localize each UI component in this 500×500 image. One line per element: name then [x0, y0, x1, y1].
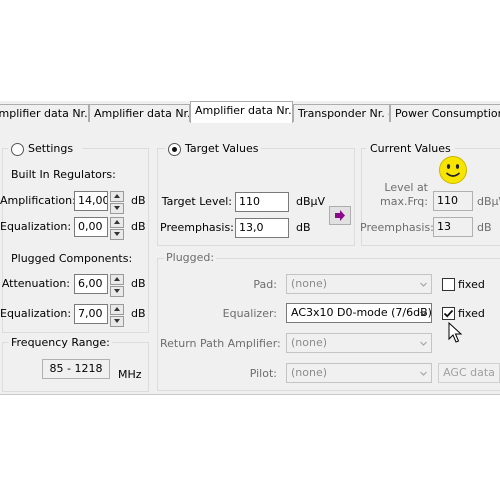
tab-amplifier-data-1[interactable]: Amplifier data Nr. 1 — [0, 104, 89, 122]
tab-label: Amplifier data Nr. 1 — [0, 107, 88, 120]
target-level-unit: dBµV — [296, 195, 326, 208]
current-preemphasis-field: 13 — [433, 217, 473, 237]
tab-amplifier-data-3[interactable]: Amplifier data Nr. 3 — [190, 101, 293, 123]
amplification-label: Amplification: — [0, 194, 76, 207]
level-at-label: Level at — [384, 181, 428, 194]
built-in-regulators-heading: Built In Regulators: — [11, 168, 116, 181]
pad-select[interactable]: (none) — [286, 274, 432, 294]
settings-radio-button[interactable] — [11, 143, 24, 156]
plugged-equalization-label: Equalization: — [0, 307, 72, 320]
settings-radio[interactable]: Settings — [8, 141, 82, 157]
equalization-unit: dB — [131, 220, 146, 233]
chevron-down-icon — [420, 371, 427, 376]
settings-radio-label: Settings — [28, 142, 74, 155]
chevron-down-icon — [420, 311, 427, 316]
equalization-spinner[interactable] — [110, 217, 124, 240]
spin-up-icon[interactable] — [110, 304, 124, 315]
plugged-heading: Plugged: — [164, 251, 217, 265]
apply-target-button[interactable] — [329, 206, 351, 225]
pilot-label: Pilot: — [249, 367, 277, 380]
equalizer-fixed-label: fixed — [458, 307, 485, 320]
chevron-down-icon — [420, 341, 427, 346]
target-preemphasis-label: Preemphasis: — [160, 221, 234, 234]
pad-select-value: (none) — [291, 277, 328, 290]
return-path-select-value: (none) — [291, 336, 328, 349]
tab-power-consumption[interactable]: Power Consumption Nr — [390, 104, 500, 122]
tab-label: Amplifier data Nr. 3 — [195, 104, 293, 117]
pad-fixed-label: fixed — [458, 278, 485, 291]
frequency-range-label: Frequency Range: — [9, 336, 112, 350]
return-path-amplifier-label: Return Path Amplifier: — [160, 337, 281, 350]
pilot-select-value: (none) — [291, 366, 328, 379]
spin-down-icon[interactable] — [110, 229, 124, 240]
equalizer-fixed-checkbox[interactable] — [442, 307, 455, 320]
pad-label: Pad: — [253, 278, 277, 291]
target-values-radio-button[interactable] — [168, 143, 181, 156]
current-level-field: 110 — [433, 191, 473, 211]
spin-down-icon[interactable] — [110, 316, 124, 327]
target-level-label: Target Level: — [161, 195, 232, 208]
target-level-input[interactable]: 110 — [235, 192, 289, 212]
attenuation-unit: dB — [131, 277, 146, 290]
pilot-select[interactable]: (none) — [286, 363, 432, 383]
current-values-heading: Current Values — [366, 142, 455, 156]
smiley-icon — [439, 156, 467, 184]
equalization-input[interactable]: 0,00 — [74, 217, 108, 237]
amplification-unit: dB — [131, 194, 146, 207]
spin-up-icon[interactable] — [110, 217, 124, 228]
tab-amplifier-data-2[interactable]: Amplifier data Nr. 2 — [89, 104, 190, 122]
attenuation-spinner[interactable] — [110, 274, 124, 297]
checkmark-icon — [443, 309, 454, 318]
tab-label: Amplifier data Nr. 2 — [94, 107, 190, 120]
current-preemphasis-label: Preemphasis: — [360, 221, 434, 234]
target-values-radio[interactable]: Target Values — [165, 141, 261, 157]
spin-up-icon[interactable] — [110, 274, 124, 285]
target-preemphasis-unit: dB — [296, 221, 311, 234]
tab-label: Power Consumption Nr — [395, 107, 500, 120]
spin-down-icon[interactable] — [110, 203, 124, 214]
plugged-equalization-input[interactable]: 7,00 — [74, 304, 108, 324]
mouse-cursor-icon — [448, 322, 463, 343]
plugged-equalization-unit: dB — [131, 307, 146, 320]
current-level-unit: dBµV — [477, 195, 500, 208]
amplification-input[interactable]: 14,00 — [74, 191, 108, 211]
current-preemphasis-unit: dB — [477, 221, 492, 234]
attenuation-input[interactable]: 6,00 — [74, 274, 108, 294]
return-path-amplifier-select[interactable]: (none) — [286, 333, 432, 353]
chevron-down-icon — [420, 282, 427, 287]
agc-data-button[interactable]: AGC data — [438, 363, 500, 383]
attenuation-label: Attenuation: — [1, 277, 70, 290]
frequency-unit: MHz — [118, 368, 142, 381]
target-preemphasis-input[interactable]: 13,0 — [235, 218, 289, 238]
equalizer-label: Equalizer: — [222, 307, 277, 320]
equalizer-select-value: AC3x10 D0-mode (7/6dB) — [291, 306, 432, 319]
spin-down-icon[interactable] — [110, 286, 124, 297]
tab-label: Transponder Nr. 4 — [298, 107, 390, 120]
plugged-components-heading: Plugged Components: — [11, 252, 133, 265]
max-frq-label: max.Frq: — [379, 195, 428, 208]
pad-fixed-checkbox[interactable] — [442, 278, 455, 291]
plugged-equalization-spinner[interactable] — [110, 304, 124, 327]
equalizer-select[interactable]: AC3x10 D0-mode (7/6dB) — [286, 303, 432, 323]
target-values-label: Target Values — [185, 142, 259, 155]
tab-transponder-4[interactable]: Transponder Nr. 4 — [293, 104, 390, 122]
right-arrow-icon — [335, 210, 345, 221]
spin-up-icon[interactable] — [110, 191, 124, 202]
equalization-label: Equalization: — [0, 220, 72, 233]
amplification-spinner[interactable] — [110, 191, 124, 214]
frequency-range-field: 85 - 1218 — [42, 359, 110, 379]
